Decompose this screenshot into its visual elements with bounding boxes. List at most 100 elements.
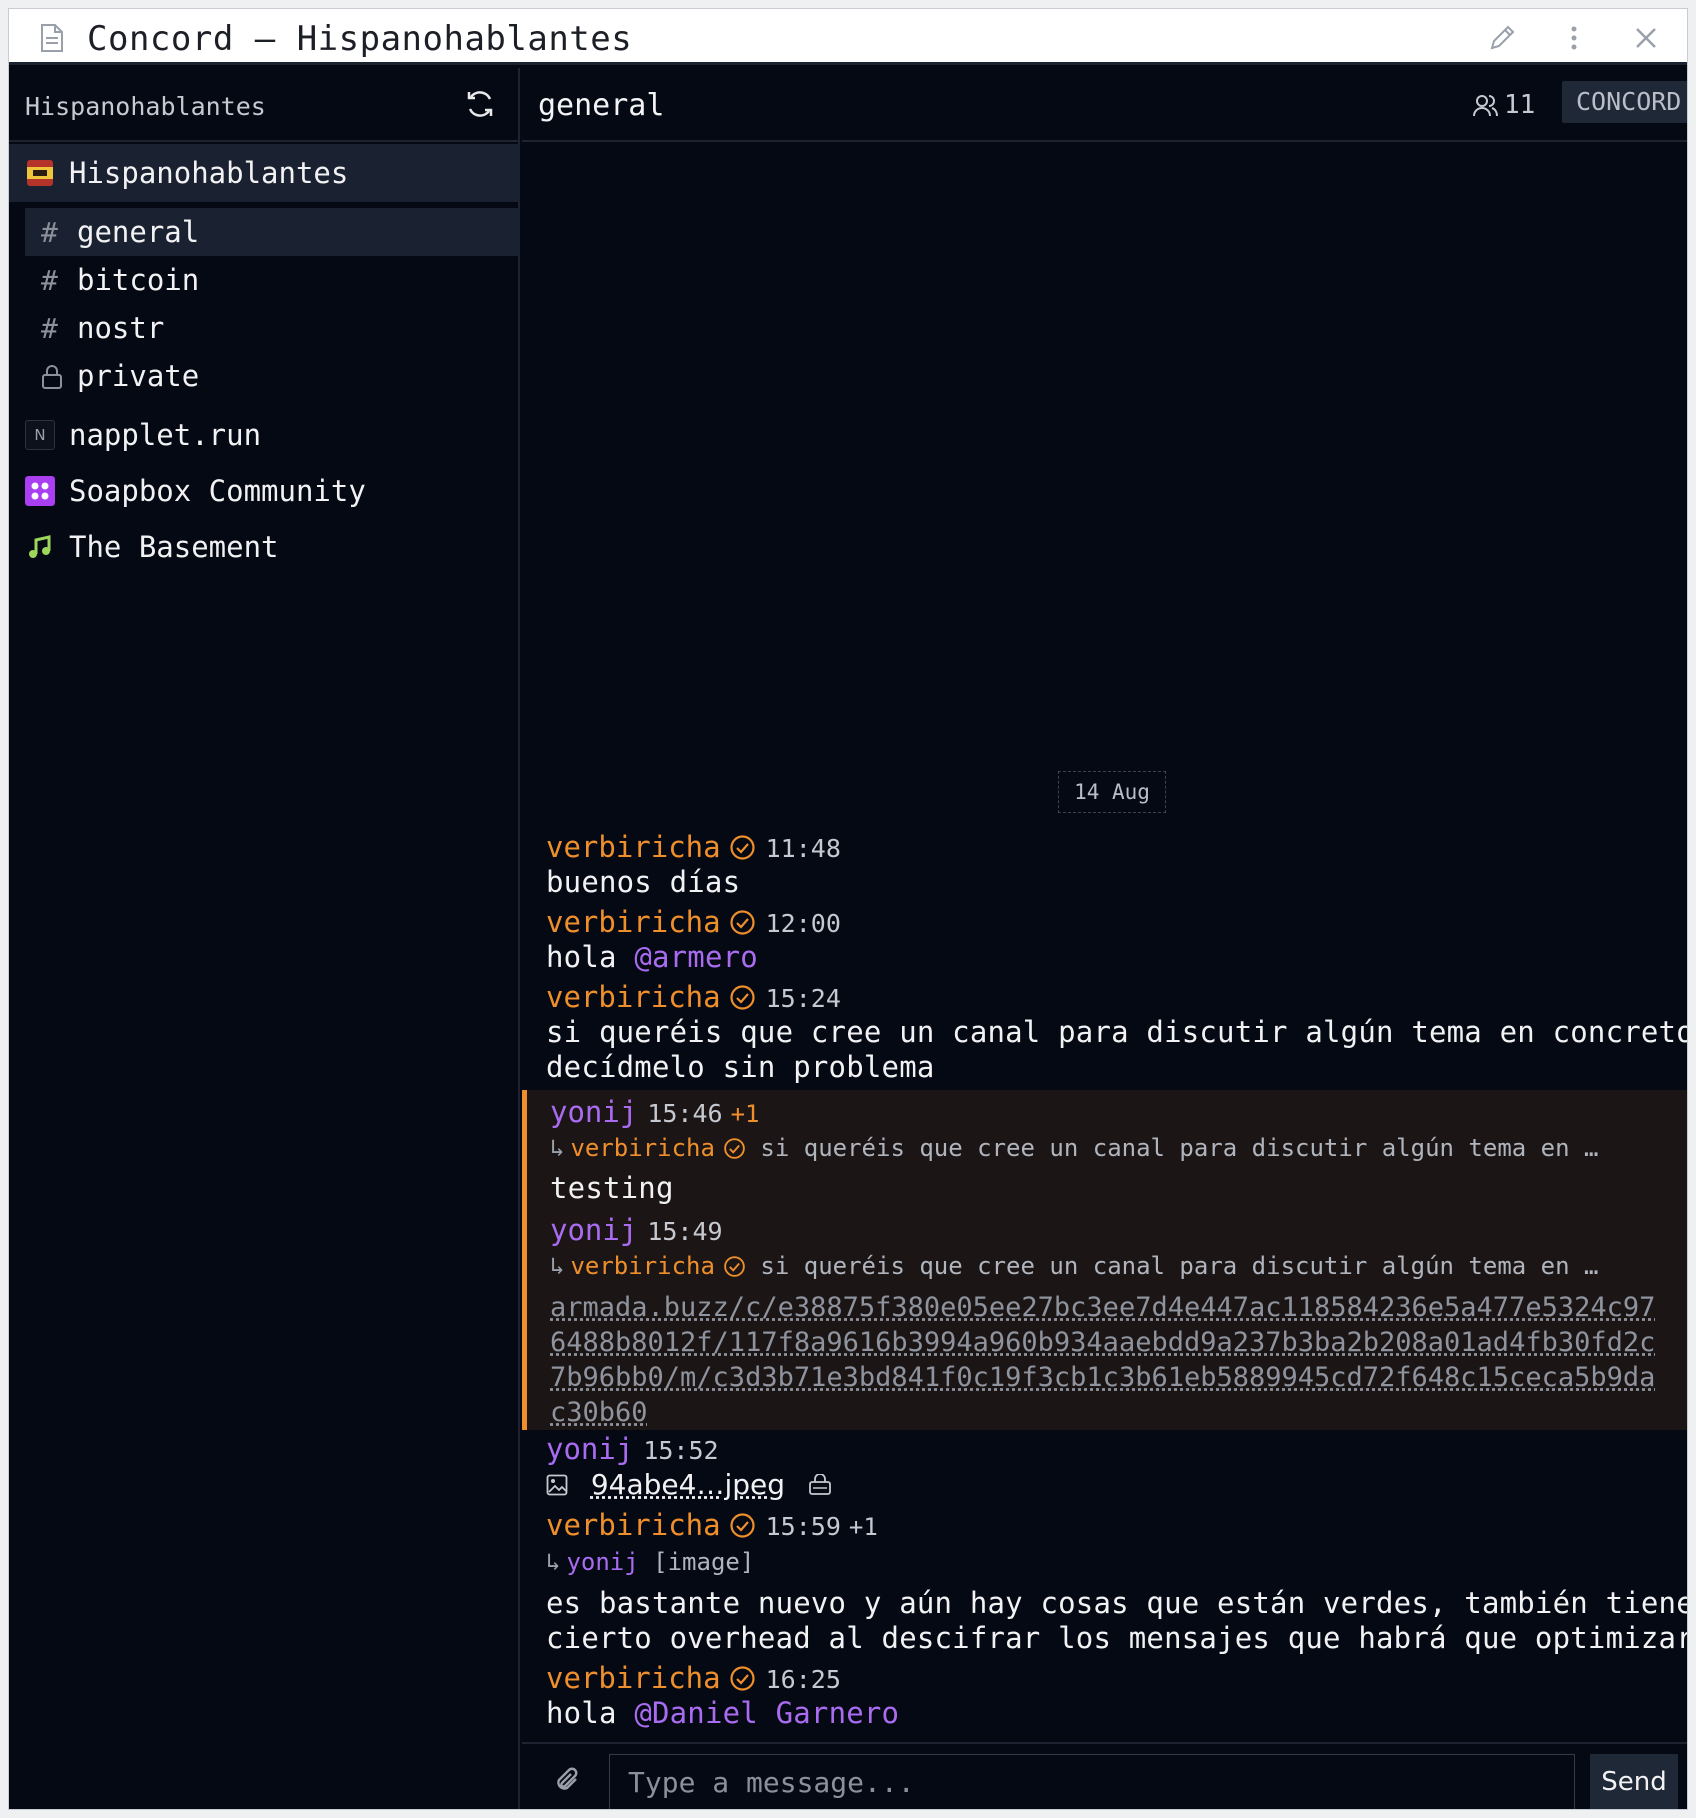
channel-nostr[interactable]: # nostr bbox=[25, 304, 520, 352]
hash-icon: # bbox=[41, 312, 58, 345]
more-options-icon[interactable] bbox=[1557, 21, 1591, 55]
message-text-part: hola bbox=[546, 940, 635, 974]
channel-title: general bbox=[538, 88, 665, 123]
sidebar-title: Hispanohablantes bbox=[25, 92, 266, 121]
message-text: hola @armero bbox=[546, 940, 758, 974]
message-header: yonij 15:49 bbox=[550, 1213, 723, 1247]
message-text-line: es bastante nuevo y aún hay cosas que es… bbox=[546, 1586, 1688, 1620]
message-header: verbiricha 16:25 bbox=[546, 1661, 841, 1695]
author-name[interactable]: yonij bbox=[550, 1095, 637, 1129]
window-title: Concord — Hispanohablantes bbox=[87, 19, 633, 59]
verified-icon bbox=[730, 835, 755, 860]
reply-author: verbiricha bbox=[570, 1134, 715, 1162]
author-name[interactable]: yonij bbox=[550, 1213, 637, 1247]
reply-arrow-icon: ↳ bbox=[550, 1134, 565, 1162]
channel-general[interactable]: # general bbox=[25, 208, 520, 256]
message-header: verbiricha 12:00 bbox=[546, 905, 841, 939]
chat-panel: general 11 CONCORD 14 Aug verbiricha 11:4… bbox=[522, 68, 1688, 1809]
message-header: yonij 15:52 bbox=[546, 1432, 719, 1466]
soapbox-group-icon bbox=[25, 476, 55, 506]
group-label: Hispanohablantes bbox=[69, 156, 349, 190]
group-label: The Basement bbox=[69, 530, 279, 564]
author-name[interactable]: verbiricha bbox=[546, 1661, 721, 1695]
message-input[interactable] bbox=[609, 1754, 1575, 1809]
users-icon bbox=[1473, 95, 1498, 117]
reply-text: [image] bbox=[653, 1548, 755, 1576]
group-label: Soapbox Community bbox=[69, 474, 366, 508]
verified-icon bbox=[730, 910, 755, 935]
concord-badge: CONCORD bbox=[1562, 81, 1687, 123]
reply-text: si queréis que cree un canal para discut… bbox=[760, 1252, 1599, 1280]
mention-link[interactable]: @armero bbox=[634, 940, 758, 974]
channel-bitcoin[interactable]: # bitcoin bbox=[25, 256, 520, 304]
verified-icon bbox=[724, 1138, 745, 1159]
message-link[interactable]: armada.buzz/c/e38875f380e05ee27bc3ee7d4e… bbox=[550, 1290, 1660, 1430]
group-soapbox-community[interactable]: Soapbox Community bbox=[9, 462, 520, 520]
group-the-basement[interactable]: The Basement bbox=[9, 518, 520, 576]
message-time: 15:59 bbox=[765, 1512, 841, 1541]
member-count-value: 11 bbox=[1504, 90, 1536, 120]
author-name[interactable]: verbiricha bbox=[546, 980, 721, 1014]
message-text: testing bbox=[550, 1171, 674, 1205]
message-header: verbiricha 15:24 bbox=[546, 980, 841, 1014]
date-divider: 14 Aug bbox=[1058, 771, 1166, 813]
message-time: 15:52 bbox=[643, 1436, 719, 1465]
reply-arrow-icon: ↳ bbox=[546, 1548, 561, 1576]
author-name[interactable]: yonij bbox=[546, 1432, 633, 1466]
hash-icon: # bbox=[41, 216, 58, 249]
message-time: 12:00 bbox=[765, 909, 841, 938]
message-time: 15:49 bbox=[647, 1217, 723, 1246]
napplet-group-icon: N bbox=[25, 420, 55, 450]
reaction-badge[interactable]: +1 bbox=[849, 1513, 878, 1541]
document-icon bbox=[41, 24, 63, 52]
message-composer: Send bbox=[522, 1742, 1687, 1809]
message-time: 16:25 bbox=[765, 1665, 841, 1694]
member-count[interactable]: 11 bbox=[1472, 90, 1535, 120]
verified-icon bbox=[730, 985, 755, 1010]
refresh-icon[interactable] bbox=[464, 88, 496, 120]
channel-label: nostr bbox=[77, 311, 165, 345]
message-header: verbiricha 11:48 bbox=[546, 830, 841, 864]
author-name[interactable]: verbiricha bbox=[546, 830, 721, 864]
reply-preview[interactable]: ↳ verbiricha si queréis que cree un canal… bbox=[550, 1134, 1598, 1162]
reaction-badge[interactable]: +1 bbox=[731, 1100, 760, 1128]
image-file-icon bbox=[546, 1474, 568, 1496]
message-text-line: decídmelo sin problema bbox=[546, 1050, 935, 1084]
reply-author: yonij bbox=[566, 1548, 639, 1576]
close-icon[interactable] bbox=[1629, 21, 1663, 55]
paperclip-icon[interactable] bbox=[552, 1764, 584, 1796]
channel-label: private bbox=[77, 359, 200, 393]
channel-private[interactable]: private bbox=[25, 352, 520, 400]
author-name[interactable]: verbiricha bbox=[546, 1508, 721, 1542]
reply-text: si queréis que cree un canal para discut… bbox=[760, 1134, 1599, 1162]
verified-icon bbox=[730, 1513, 755, 1538]
group-napplet-run[interactable]: N napplet.run bbox=[9, 406, 520, 464]
reply-preview[interactable]: ↳ verbiricha si queréis que cree un canal… bbox=[550, 1252, 1598, 1280]
file-name: 94abe4…jpeg bbox=[590, 1468, 786, 1501]
group-label: napplet.run bbox=[69, 418, 262, 452]
hispanohablantes-group-icon bbox=[27, 160, 53, 186]
file-attachment[interactable]: 94abe4…jpeg bbox=[546, 1468, 832, 1501]
message-header: yonij 15:46 +1 bbox=[550, 1095, 759, 1129]
message-time: 11:48 bbox=[765, 834, 841, 863]
group-hispanohablantes[interactable]: Hispanohablantes bbox=[9, 144, 520, 202]
reply-preview[interactable]: ↳ yonij [image] bbox=[546, 1548, 754, 1576]
message-header: verbiricha 15:59 +1 bbox=[546, 1508, 878, 1542]
hash-icon: # bbox=[41, 264, 58, 297]
send-button[interactable]: Send bbox=[1590, 1754, 1678, 1809]
message-text-line: cierto overhead al descifrar los mensaje… bbox=[546, 1621, 1688, 1655]
sidebar: Hispanohablantes Hispanohablantes # gene… bbox=[9, 68, 520, 1809]
message-time: 15:24 bbox=[765, 984, 841, 1013]
title-bar: Concord — Hispanohablantes bbox=[9, 9, 1687, 65]
edit-pencil-icon[interactable] bbox=[1485, 21, 1519, 55]
author-name[interactable]: verbiricha bbox=[546, 905, 721, 939]
reply-author: verbiricha bbox=[570, 1252, 715, 1280]
verified-icon bbox=[724, 1256, 745, 1277]
message-text-line: si queréis que cree un canal para discut… bbox=[546, 1015, 1688, 1049]
sidebar-header: Hispanohablantes bbox=[9, 68, 518, 142]
mention-link[interactable]: @Daniel Garnero bbox=[634, 1696, 899, 1730]
channel-label: bitcoin bbox=[77, 263, 200, 297]
message-text: buenos días bbox=[546, 865, 741, 899]
message-time: 15:46 bbox=[647, 1099, 723, 1128]
channel-label: general bbox=[77, 215, 200, 249]
